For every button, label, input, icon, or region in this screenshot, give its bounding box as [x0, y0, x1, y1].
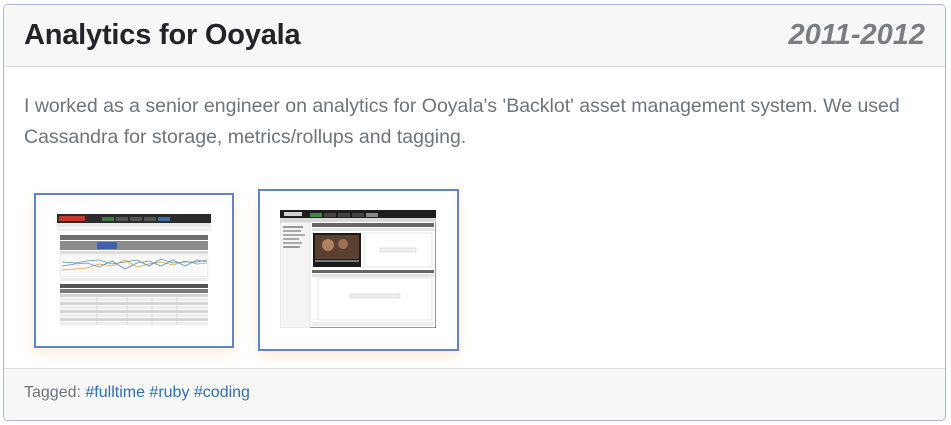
tag-link-coding[interactable]: #coding [194, 384, 250, 401]
card-header: Analytics for Ooyala 2011-2012 [4, 5, 945, 67]
project-title: Analytics for Ooyala [24, 19, 301, 51]
thumbnail-analytics-dashboard[interactable] [34, 193, 234, 348]
thumbnail-backlot-manager[interactable] [258, 189, 459, 351]
tag-link-fulltime[interactable]: #fulltime [85, 384, 145, 401]
tags-line: Tagged: #fulltime #ruby #coding [24, 384, 250, 402]
project-description: I worked as a senior engineer on analyti… [24, 95, 900, 148]
tag-link-ruby[interactable]: #ruby [149, 384, 189, 401]
project-card: Analytics for Ooyala 2011-2012 I worked … [3, 4, 946, 421]
dashboard-screenshot-image [57, 214, 211, 328]
backlot-screenshot-image [280, 210, 436, 328]
project-years: 2011-2012 [788, 19, 925, 51]
card-footer: Tagged: #fulltime #ruby #coding [4, 368, 945, 420]
card-body: I worked as a senior engineer on analyti… [4, 67, 945, 371]
tags-label: Tagged: [24, 384, 81, 401]
